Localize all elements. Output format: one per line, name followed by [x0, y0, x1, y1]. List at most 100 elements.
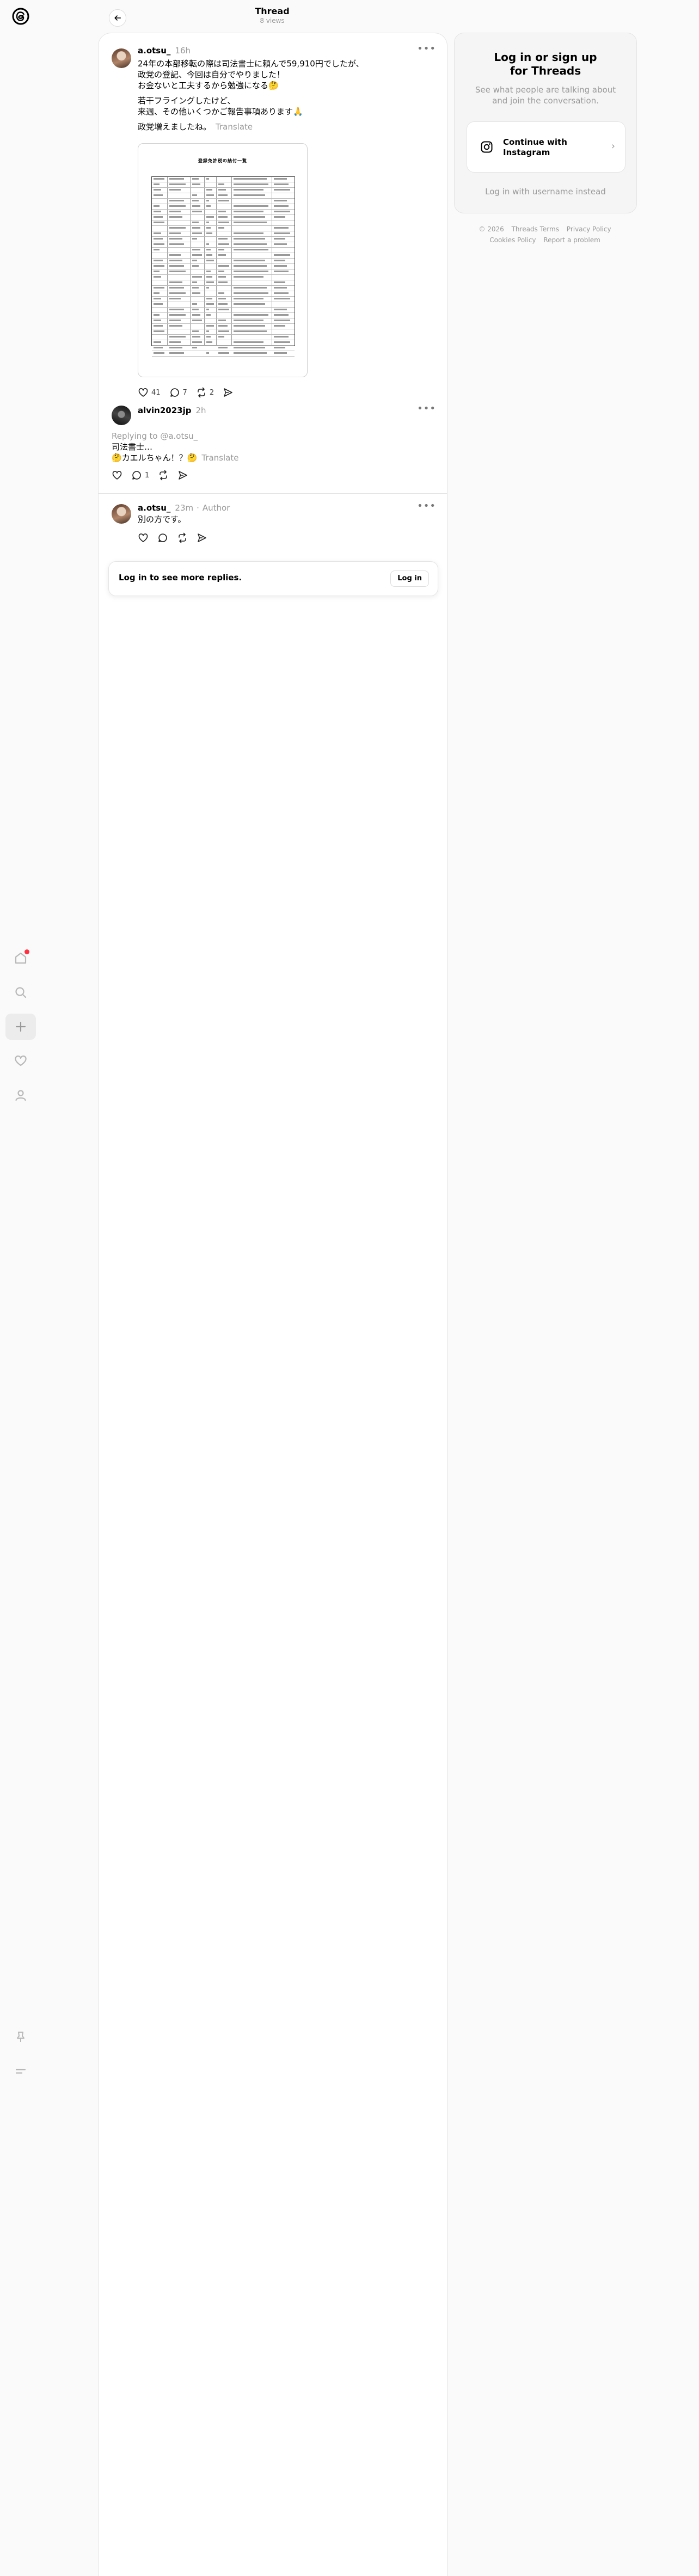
privacy-link[interactable]: Privacy Policy [567, 225, 611, 233]
more-options-icon[interactable]: ••• [417, 43, 436, 54]
table-cell [154, 238, 163, 240]
table-cell [218, 336, 224, 338]
post-actions: 1 [108, 467, 194, 484]
comment-icon [170, 388, 179, 397]
reply-button[interactable]: 7 [166, 387, 193, 398]
terms-link[interactable]: Threads Terms [512, 225, 559, 233]
table-cell [274, 238, 285, 240]
post-body: Replying to @a.otsu_ 司法書士… 🤔カエルちゃん！？🤔 Tra… [112, 431, 406, 463]
left-nav [0, 0, 41, 2575]
table-cell [154, 222, 164, 223]
table-cell [218, 330, 229, 332]
report-link[interactable]: Report a problem [543, 236, 600, 244]
table-cell [206, 222, 209, 223]
table-cell [192, 232, 202, 234]
table-cell [192, 347, 197, 348]
nav-profile[interactable] [5, 1082, 36, 1108]
table-cell [234, 243, 267, 245]
username[interactable]: alvin2023jp [138, 406, 192, 415]
table-cell [234, 189, 263, 191]
reply-button[interactable]: 1 [128, 470, 155, 481]
table-cell [274, 271, 289, 272]
like-button[interactable] [134, 532, 154, 543]
table-cell [218, 200, 229, 201]
more-options-icon[interactable]: ••• [417, 500, 436, 512]
table-cell [154, 183, 160, 185]
continue-with-instagram-button[interactable]: Continue with Instagram › [467, 121, 626, 173]
repost-button[interactable]: 2 [193, 387, 219, 398]
reply-button[interactable] [154, 532, 174, 543]
timestamp[interactable]: 2h [196, 406, 206, 415]
avatar[interactable] [112, 406, 131, 425]
replying-to[interactable]: Replying to @a.otsu_ [112, 431, 406, 441]
table-cell [206, 271, 211, 272]
table-cell [154, 232, 161, 234]
table-cell [218, 347, 228, 348]
repost-button[interactable] [155, 470, 174, 481]
table-cell [192, 211, 202, 212]
table-row [152, 182, 295, 188]
table-cell [192, 222, 199, 223]
cookies-link[interactable]: Cookies Policy [489, 236, 536, 244]
nav-menu[interactable] [5, 2058, 36, 2084]
username[interactable]: a.otsu_ [138, 503, 170, 513]
table-cell [234, 178, 267, 180]
table-cell [169, 216, 182, 218]
table-cell [154, 347, 163, 348]
share-button[interactable] [219, 387, 239, 398]
username[interactable]: a.otsu_ [138, 46, 170, 56]
author-badge: Author [202, 503, 230, 513]
nav-pinned[interactable] [5, 2024, 36, 2050]
table-cell [192, 292, 200, 294]
login-button[interactable]: Log in [390, 571, 429, 587]
table-cell [192, 276, 202, 278]
page-title: Thread [255, 6, 290, 16]
table-row [152, 242, 295, 248]
login-prompt-text: Log in to see more replies. [119, 573, 242, 582]
table-cell [218, 325, 228, 327]
avatar[interactable] [112, 504, 131, 524]
nav-search[interactable] [5, 979, 36, 1005]
table-row [152, 204, 295, 210]
table-cell [206, 341, 212, 343]
table-cell [154, 211, 161, 212]
table-cell [169, 292, 186, 294]
repost-button[interactable] [174, 532, 193, 543]
table-cell [206, 314, 211, 316]
table-cell [274, 227, 289, 229]
share-button[interactable] [193, 532, 213, 543]
like-button[interactable] [108, 470, 128, 481]
translate-link[interactable]: Translate [216, 122, 253, 132]
more-options-icon[interactable]: ••• [417, 403, 436, 414]
table-cell [192, 178, 199, 180]
username-login-link[interactable]: Log in with username instead [465, 187, 626, 197]
nav-activity[interactable] [5, 1048, 36, 1074]
like-button[interactable]: 41 [134, 387, 166, 398]
timestamp[interactable]: 16h [175, 46, 191, 56]
repost-icon [198, 387, 205, 398]
post-meta: alvin2023jp 2h [138, 406, 206, 415]
table-cell [274, 314, 289, 316]
timestamp[interactable]: 23m [175, 503, 193, 513]
table-cell [218, 271, 224, 272]
table-cell [274, 200, 287, 201]
post-image[interactable]: 登録免許税の納付一覧 [138, 143, 308, 377]
share-button[interactable] [174, 470, 194, 481]
image-table [151, 176, 295, 357]
table-cell [218, 254, 226, 256]
title-line: for Threads [510, 64, 581, 77]
table-cell [169, 352, 184, 354]
table-cell [274, 205, 289, 207]
nav-home[interactable] [5, 945, 36, 971]
table-cell [206, 200, 209, 201]
table-cell [154, 249, 160, 250]
table-row [152, 275, 295, 280]
translate-link[interactable]: Translate [201, 453, 238, 463]
instagram-button-label: Continue with Instagram [503, 137, 567, 157]
login-panel: Log in or sign up for Threads See what p… [454, 33, 637, 213]
nav-create[interactable] [5, 1014, 36, 1040]
table-cell [192, 330, 199, 332]
avatar[interactable] [112, 48, 131, 68]
table-cell [169, 309, 184, 310]
share-icon [198, 533, 206, 542]
